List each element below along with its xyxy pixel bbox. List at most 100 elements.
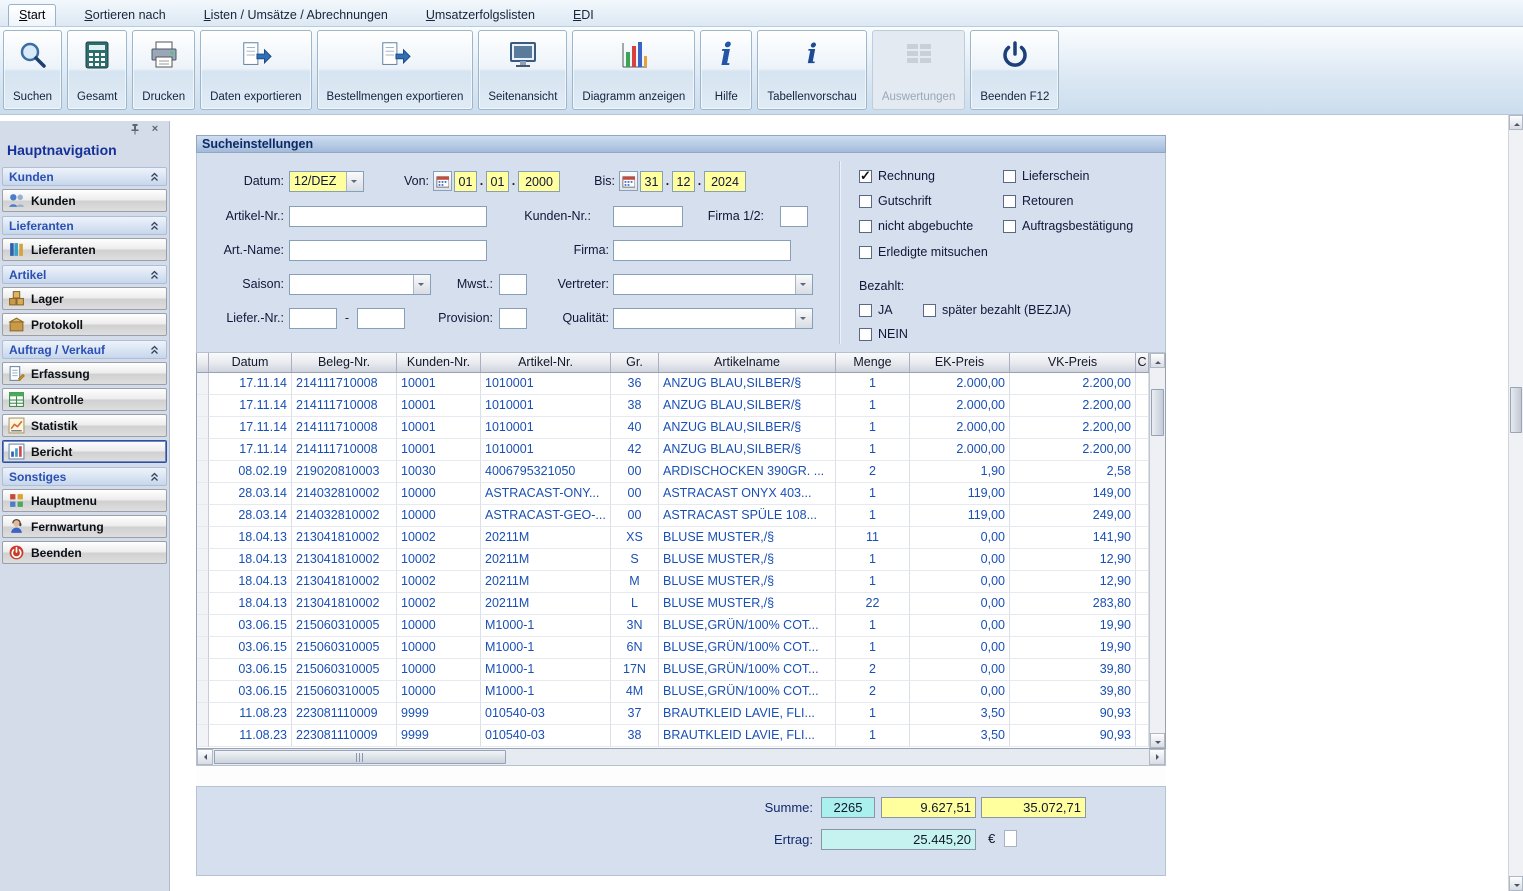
sidebar-item-kontrolle[interactable]: Kontrolle	[2, 388, 167, 411]
column-header-artikelname[interactable]: Artikelname	[659, 353, 836, 372]
sidebar-item-hauptmenu[interactable]: Hauptmenu	[2, 489, 167, 512]
sidebar-section-sonstiges[interactable]: Sonstiges	[2, 467, 167, 486]
checkbox-spaeter-bezahlt[interactable]: später bezahlt (BEZJA)	[923, 303, 1071, 317]
von-month-field[interactable]	[486, 171, 509, 192]
bis-calendar-button[interactable]	[619, 171, 638, 191]
chevron-down-icon[interactable]	[346, 172, 363, 191]
pin-icon[interactable]	[129, 123, 141, 135]
auftragsbestaetigung-checkbox[interactable]	[1003, 220, 1016, 233]
table-row[interactable]: 18.04.132130418100021000220211MSBLUSE MU…	[197, 549, 1149, 571]
art-name-field[interactable]	[289, 240, 487, 261]
provision-field[interactable]	[499, 308, 527, 329]
artikel-nr-field[interactable]	[289, 206, 487, 227]
column-header-vk-preis[interactable]: VK-Preis	[1010, 353, 1136, 372]
horizontal-scroll-thumb[interactable]	[214, 750, 506, 764]
checkbox-erledigte-mitsuchen[interactable]: Erledigte mitsuchen	[859, 245, 988, 259]
table-row[interactable]: 03.06.1521506031000510000M1000-13NBLUSE,…	[197, 615, 1149, 637]
vertical-scroll-thumb[interactable]	[1151, 389, 1164, 436]
chevron-down-icon[interactable]	[413, 275, 430, 294]
toolbar-button-bestellmengen-exportieren[interactable]: Bestellmengen exportieren	[317, 30, 474, 110]
bis-year-field[interactable]	[704, 171, 746, 192]
sidebar-item-protokoll[interactable]: Protokoll	[2, 313, 167, 336]
menu-tab-listen-ums-tze-abrechnungen[interactable]: Listen / Umsätze / Abrechnungen	[194, 5, 398, 26]
ja-checkbox[interactable]	[859, 304, 872, 317]
liefer-nr-von-field[interactable]	[289, 308, 337, 329]
checkbox-rechnung[interactable]: Rechnung	[859, 169, 935, 183]
column-header-kunden-nr[interactable]: Kunden-Nr.	[397, 353, 481, 372]
liefer-nr-bis-field[interactable]	[357, 308, 405, 329]
sidebar-item-statistik[interactable]: Statistik	[2, 414, 167, 437]
scroll-up-button[interactable]	[1509, 115, 1523, 130]
menu-tab-umsatzerfolgslisten[interactable]: Umsatzerfolgslisten	[416, 5, 545, 26]
window-scroll-thumb[interactable]	[1510, 387, 1522, 433]
scroll-right-button[interactable]	[1149, 749, 1165, 765]
sidebar-item-erfassung[interactable]: Erfassung	[2, 362, 167, 385]
column-header-datum[interactable]: Datum	[209, 353, 292, 372]
column-header-artikel-nr[interactable]: Artikel-Nr.	[481, 353, 611, 372]
column-header-gr[interactable]: Gr.	[611, 353, 659, 372]
toolbar-button-daten-exportieren[interactable]: Daten exportieren	[200, 30, 311, 110]
column-header-ek-preis[interactable]: EK-Preis	[910, 353, 1010, 372]
firma-field[interactable]	[613, 240, 791, 261]
column-header-beleg-nr[interactable]: Beleg-Nr.	[292, 353, 397, 372]
firma12-field[interactable]	[780, 206, 808, 227]
kunden-nr-field[interactable]	[613, 206, 683, 227]
table-row[interactable]: 08.02.1921902081000310030400679532105000…	[197, 461, 1149, 483]
table-row[interactable]: 18.04.132130418100021000220211MXSBLUSE M…	[197, 527, 1149, 549]
vertreter-select[interactable]	[613, 274, 813, 295]
von-year-field[interactable]	[518, 171, 560, 192]
sidebar-section-kunden[interactable]: Kunden	[2, 167, 167, 186]
checkbox-auftragsbestaetigung[interactable]: Auftragsbestätigung	[1003, 219, 1133, 233]
von-day-field[interactable]	[454, 171, 477, 192]
table-row[interactable]: 28.03.1421403281000210000ASTRACAST-GEO-.…	[197, 505, 1149, 527]
scroll-up-button[interactable]	[1150, 353, 1165, 368]
checkbox-gutschrift[interactable]: Gutschrift	[859, 194, 932, 208]
table-row[interactable]: 17.11.1421411171000810001101000138ANZUG …	[197, 395, 1149, 417]
scroll-down-button[interactable]	[1509, 876, 1523, 891]
von-calendar-button[interactable]	[433, 171, 452, 191]
saison-select[interactable]	[289, 274, 431, 295]
scroll-down-button[interactable]	[1150, 733, 1165, 748]
table-row[interactable]: 17.11.1421411171000810001101000136ANZUG …	[197, 373, 1149, 395]
sidebar-item-lager[interactable]: Lager	[2, 287, 167, 310]
table-row[interactable]: 11.08.232230811100099999010540-0338BRAUT…	[197, 725, 1149, 747]
close-icon[interactable]: ×	[149, 123, 161, 135]
chevron-down-icon[interactable]	[795, 309, 812, 328]
toolbar-button-suchen[interactable]: Suchen	[3, 30, 62, 110]
menu-tab-sortieren-nach[interactable]: Sortieren nach	[74, 5, 175, 26]
table-row[interactable]: 28.03.1421403281000210000ASTRACAST-ONY..…	[197, 483, 1149, 505]
datum-select[interactable]: 12/DEZ	[289, 171, 364, 192]
sidebar-section-artikel[interactable]: Artikel	[2, 265, 167, 284]
table-row[interactable]: 17.11.1421411171000810001101000142ANZUG …	[197, 439, 1149, 461]
sidebar-item-lieferanten[interactable]: Lieferanten	[2, 238, 167, 261]
toolbar-button-beenden-f12[interactable]: Beenden F12	[970, 30, 1059, 110]
spaeter-bezahlt-checkbox[interactable]	[923, 304, 936, 317]
toolbar-button-drucken[interactable]: Drucken	[132, 30, 195, 110]
column-header-c[interactable]: C	[1136, 353, 1149, 372]
sidebar-section-auftrag-verkauf[interactable]: Auftrag / Verkauf	[2, 340, 167, 359]
erledigte-checkbox[interactable]	[859, 246, 872, 259]
bis-month-field[interactable]	[672, 171, 695, 192]
retouren-checkbox[interactable]	[1003, 195, 1016, 208]
table-row[interactable]: 03.06.1521506031000510000M1000-117NBLUSE…	[197, 659, 1149, 681]
menu-tab-start[interactable]: Start	[8, 4, 56, 26]
nein-checkbox[interactable]	[859, 328, 872, 341]
table-row[interactable]: 17.11.1421411171000810001101000140ANZUG …	[197, 417, 1149, 439]
sidebar-item-beenden[interactable]: Beenden	[2, 541, 167, 564]
sidebar-item-fernwartung[interactable]: Fernwartung	[2, 515, 167, 538]
scroll-left-button[interactable]	[197, 749, 213, 765]
rechnung-checkbox[interactable]	[859, 170, 872, 183]
currency-box[interactable]	[1004, 830, 1017, 847]
bis-day-field[interactable]	[640, 171, 663, 192]
column-header-menge[interactable]: Menge	[836, 353, 910, 372]
sidebar-item-bericht[interactable]: Bericht	[2, 440, 167, 463]
checkbox-ja[interactable]: JA	[859, 303, 893, 317]
toolbar-button-hilfe[interactable]: iHilfe	[700, 30, 752, 110]
table-horizontal-scrollbar[interactable]	[196, 749, 1166, 766]
chevron-down-icon[interactable]	[795, 275, 812, 294]
lieferschein-checkbox[interactable]	[1003, 170, 1016, 183]
sidebar-item-kunden[interactable]: Kunden	[2, 189, 167, 212]
toolbar-button-tabellenvorschau[interactable]: iTabellenvorschau	[757, 30, 867, 110]
window-vertical-scrollbar[interactable]	[1508, 115, 1523, 891]
toolbar-button-gesamt[interactable]: Gesamt	[67, 30, 127, 110]
